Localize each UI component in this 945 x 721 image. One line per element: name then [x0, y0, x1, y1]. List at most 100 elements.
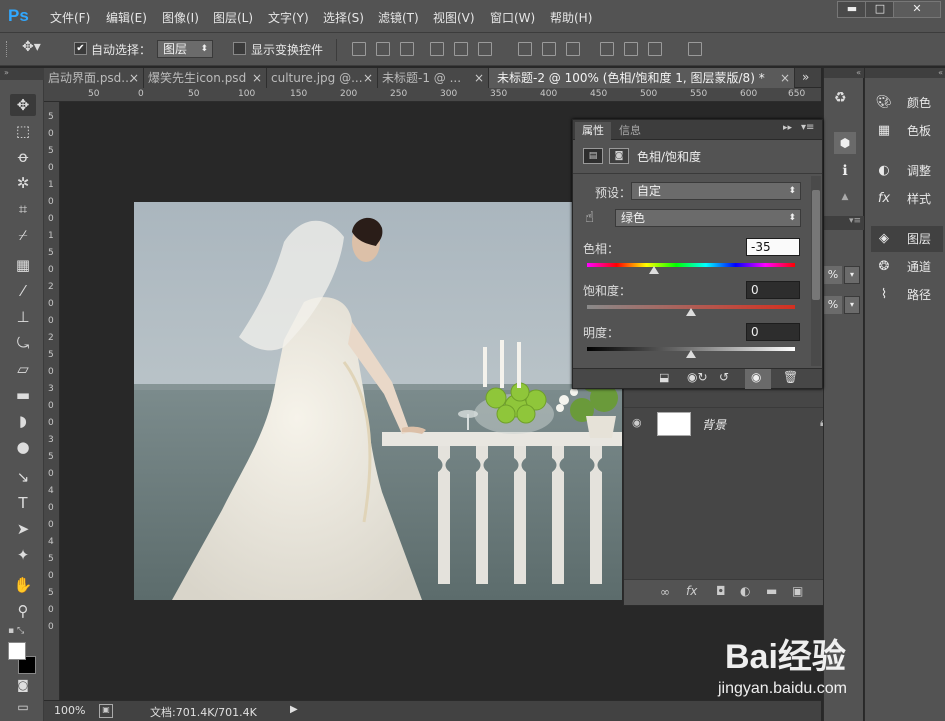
opacity-dropdown-icon[interactable]: ▾ — [844, 266, 860, 284]
close-icon[interactable]: × — [780, 68, 790, 88]
properties-panel-icon[interactable]: ⬢ — [834, 132, 856, 154]
tab-untitled-1[interactable]: 未标题-1 @ ... × — [378, 68, 489, 88]
distribute-bottom-icon[interactable] — [566, 42, 580, 56]
link-layers-icon[interactable]: ∞ — [660, 585, 670, 599]
history-icon[interactable]: ♻ — [834, 90, 847, 106]
preset-dropdown[interactable]: 自定 ⬍ — [631, 182, 801, 200]
menu-image[interactable]: 图像(I) — [162, 9, 199, 26]
show-transform-checkbox[interactable] — [233, 42, 246, 55]
align-vcenter-icon[interactable] — [376, 42, 390, 56]
hue-slider-thumb[interactable] — [649, 266, 659, 274]
distribute-hcenter-icon[interactable] — [624, 42, 638, 56]
adjustment-layer-icon[interactable]: ◐ — [740, 584, 750, 598]
align-right-icon[interactable] — [478, 42, 492, 56]
tab-overflow-icon[interactable]: » — [802, 70, 809, 84]
distribute-vcenter-icon[interactable] — [542, 42, 556, 56]
menu-filter[interactable]: 滤镜(T) — [378, 9, 419, 26]
minimize-button[interactable]: ▬ — [837, 1, 867, 18]
tab-info[interactable]: 信息 — [615, 122, 645, 140]
clone-stamp-icon[interactable]: ⊥ — [10, 306, 36, 328]
dock-collapse-icon[interactable]: « — [824, 68, 864, 78]
screen-mode-icon[interactable]: ▭ — [10, 696, 36, 718]
gradient-tool-icon[interactable]: ▬ — [10, 384, 36, 406]
saturation-input[interactable]: 0 — [746, 281, 800, 299]
menu-window[interactable]: 窗口(W) — [490, 9, 535, 26]
foreground-color-swatch[interactable] — [8, 642, 26, 660]
auto-select-checkbox[interactable]: ✔ — [74, 42, 87, 55]
healing-brush-icon[interactable]: ▦ — [10, 254, 36, 276]
path-select-icon[interactable]: ➤ — [10, 518, 36, 540]
tab-startup[interactable]: 启动界面.psd... × — [44, 68, 144, 88]
tab-culture[interactable]: culture.jpg @... × — [267, 68, 378, 88]
document-canvas-photo[interactable] — [134, 202, 622, 600]
new-layer-icon[interactable]: ▣ — [792, 584, 803, 598]
close-icon[interactable]: × — [363, 68, 373, 88]
pen-tool-icon[interactable]: ↘ — [10, 466, 36, 488]
scrollbar-thumb[interactable] — [812, 190, 820, 300]
align-hcenter-icon[interactable] — [454, 42, 468, 56]
fx-icon[interactable]: fx — [686, 584, 697, 598]
hand-tool-icon[interactable]: ✋ — [10, 574, 36, 596]
layers-panel-button[interactable]: ◈ 图层 — [871, 226, 943, 252]
swatches-panel-button[interactable]: ▦ 色板 — [871, 118, 943, 144]
menu-view[interactable]: 视图(V) — [433, 9, 475, 26]
brush-tool-icon[interactable]: ⁄ — [10, 280, 36, 302]
paths-panel-button[interactable]: ⌇ 路径 — [871, 282, 943, 308]
tab-untitled-2[interactable]: 未标题-2 @ 100% (色相/饱和度 1, 图层蒙版/8) * × — [489, 68, 795, 88]
eyedropper-icon[interactable]: ⌿ — [10, 224, 36, 246]
panel-menu-icon[interactable]: ▾≡ — [824, 216, 864, 230]
panel-menu-icon[interactable]: ▾≡ — [801, 122, 814, 133]
distribute-right-icon[interactable] — [648, 42, 662, 56]
shape-tool-icon[interactable]: ✦ — [10, 544, 36, 566]
auto-select-dropdown[interactable]: 图层 ⬍ — [157, 40, 213, 58]
color-panel-button[interactable]: 🎨︎ 颜色 — [871, 90, 943, 116]
status-menu-icon[interactable]: ▶ — [290, 704, 298, 715]
view-previous-icon[interactable]: ◉↻ — [687, 370, 708, 384]
lightness-input[interactable]: 0 — [746, 323, 800, 341]
tab-icon-psd[interactable]: 爆笑先生icon.psd × — [144, 68, 267, 88]
close-icon[interactable]: × — [252, 68, 262, 88]
scrollbar[interactable] — [811, 176, 821, 366]
targeted-adjust-hand-icon[interactable]: ☝ — [585, 208, 594, 226]
dock-collapse-icon[interactable]: « — [865, 68, 945, 78]
auto-align-icon[interactable] — [688, 42, 702, 56]
zoom-tool-icon[interactable]: ⚲ — [10, 600, 36, 622]
dodge-tool-icon[interactable]: ● — [10, 436, 36, 458]
menu-edit[interactable]: 编辑(E) — [106, 9, 147, 26]
distribute-left-icon[interactable] — [600, 42, 614, 56]
visibility-toggle[interactable]: ◉ — [745, 369, 771, 389]
align-top-icon[interactable] — [352, 42, 366, 56]
adjustments-panel-button[interactable]: ◐ 调整 — [871, 158, 943, 184]
zoom-level[interactable]: 100% — [54, 704, 85, 717]
move-tool-icon[interactable]: ✥▾ — [22, 39, 41, 55]
toolbar-collapse-icon[interactable]: » — [0, 68, 44, 80]
crop-tool-icon[interactable]: ⌗ — [10, 198, 36, 220]
lightness-slider-thumb[interactable] — [686, 350, 696, 358]
quick-mask-icon[interactable]: ◙ — [10, 674, 36, 696]
close-icon[interactable]: × — [474, 68, 484, 88]
default-colors-icon[interactable]: ▪ ⤡ — [8, 626, 24, 636]
doc-info-icon[interactable]: ▣ — [99, 704, 113, 718]
lasso-tool-icon[interactable]: ꝋ — [10, 146, 36, 168]
info-icon[interactable]: ℹ — [834, 160, 856, 182]
visibility-eye-icon[interactable]: ◉ — [632, 416, 642, 429]
tab-properties[interactable]: 属性 — [575, 122, 611, 140]
channel-dropdown[interactable]: 绿色 ⬍ — [615, 209, 801, 227]
align-bottom-icon[interactable] — [400, 42, 414, 56]
new-group-icon[interactable]: ▬ — [766, 584, 777, 598]
align-left-icon[interactable] — [430, 42, 444, 56]
type-tool-icon[interactable]: T — [10, 492, 36, 514]
magic-wand-icon[interactable]: ✲ — [10, 172, 36, 194]
menu-select[interactable]: 选择(S) — [323, 9, 364, 26]
marquee-tool-icon[interactable]: ⬚ — [10, 120, 36, 142]
blur-tool-icon[interactable]: ◗ — [10, 410, 36, 432]
menu-layer[interactable]: 图层(L) — [213, 9, 253, 26]
hue-slider-track[interactable] — [587, 263, 795, 267]
maximize-button[interactable]: □ — [865, 1, 895, 18]
channels-panel-button[interactable]: ❂ 通道 — [871, 254, 943, 280]
menu-type[interactable]: 文字(Y) — [268, 9, 309, 26]
menu-help[interactable]: 帮助(H) — [550, 9, 592, 26]
menu-file[interactable]: 文件(F) — [50, 9, 90, 26]
close-icon[interactable]: × — [129, 68, 139, 88]
history-brush-icon[interactable]: ⤿ — [10, 332, 36, 354]
